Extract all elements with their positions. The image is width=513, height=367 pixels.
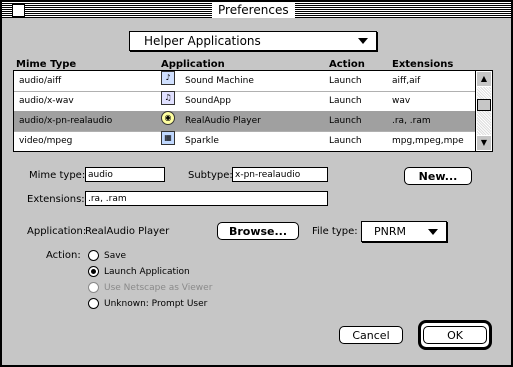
row-action: Launch bbox=[329, 136, 362, 146]
scroll-down-arrow-icon[interactable]: ▼ bbox=[477, 136, 491, 150]
sound-machine-icon: ♪ bbox=[161, 71, 175, 85]
row-app: RealAudio Player bbox=[185, 116, 261, 126]
sparkle-icon: ▦ bbox=[161, 131, 175, 145]
table-row-selected[interactable]: audio/x-pn-realaudio ◉ RealAudio Player … bbox=[14, 111, 476, 132]
row-app: SoundApp bbox=[185, 96, 231, 106]
file-type-popup[interactable]: PNRM bbox=[361, 221, 447, 242]
header-extensions: Extensions bbox=[392, 59, 454, 70]
scroll-track[interactable] bbox=[477, 87, 491, 135]
row-app: Sound Machine bbox=[185, 76, 254, 86]
radio-button-icon bbox=[88, 250, 99, 261]
header-action: Action bbox=[329, 59, 365, 70]
ok-default-ring: OK bbox=[418, 320, 492, 350]
browse-button[interactable]: Browse... bbox=[217, 222, 299, 240]
radio-label: Launch Application bbox=[104, 267, 190, 277]
table-row[interactable]: audio/aiff ♪ Sound Machine Launch aiff,a… bbox=[14, 71, 476, 92]
extensions-field[interactable]: .ra, .ram bbox=[85, 191, 328, 206]
popup-selected-label: Helper Applications bbox=[144, 34, 261, 48]
preferences-window: Preferences Helper Applications Mime Typ… bbox=[0, 0, 513, 367]
title-bar[interactable]: Preferences bbox=[2, 2, 511, 18]
helper-app-list[interactable]: audio/aiff ♪ Sound Machine Launch aiff,a… bbox=[13, 70, 493, 152]
cancel-button[interactable]: Cancel bbox=[339, 326, 403, 344]
table-row[interactable]: video/mpeg ▦ Sparkle Launch mpg,mpeg,mpe bbox=[14, 131, 476, 151]
radio-button-selected-icon bbox=[88, 266, 99, 277]
file-type-value: PNRM bbox=[374, 225, 406, 238]
application-value: RealAudio Player bbox=[85, 226, 170, 237]
row-action: Launch bbox=[329, 116, 362, 126]
scroll-up-arrow-icon[interactable]: ▲ bbox=[477, 72, 491, 86]
extensions-label: Extensions: bbox=[27, 194, 85, 205]
row-mime: video/mpeg bbox=[19, 136, 73, 146]
row-action: Launch bbox=[329, 76, 362, 86]
table-row[interactable]: audio/x-wav ♫ SoundApp Launch wav bbox=[14, 91, 476, 112]
row-action: Launch bbox=[329, 96, 362, 106]
close-box[interactable] bbox=[12, 4, 25, 17]
row-ext: mpg,mpeg,mpe bbox=[392, 136, 464, 146]
radio-button-icon bbox=[88, 298, 99, 309]
header-mime-type: Mime Type bbox=[16, 59, 77, 70]
popup-arrow-icon bbox=[358, 38, 368, 44]
application-label: Application: bbox=[27, 226, 87, 237]
mime-type-label: Mime type: bbox=[29, 170, 86, 181]
window-title: Preferences bbox=[212, 2, 295, 18]
row-app: Sparkle bbox=[185, 136, 219, 146]
realaudio-icon: ◉ bbox=[161, 111, 175, 125]
scroll-thumb[interactable] bbox=[477, 99, 491, 111]
radio-label: Unknown: Prompt User bbox=[104, 299, 208, 309]
radio-label: Use Netscape as Viewer bbox=[104, 283, 213, 293]
list-scrollbar[interactable]: ▲ ▼ bbox=[475, 71, 492, 151]
radio-label: Save bbox=[104, 251, 127, 261]
subtype-label: Subtype: bbox=[188, 170, 233, 181]
preferences-category-popup[interactable]: Helper Applications bbox=[129, 31, 377, 51]
radio-button-icon bbox=[88, 282, 99, 293]
file-type-label: File type: bbox=[312, 226, 358, 237]
row-ext: wav bbox=[392, 96, 411, 106]
row-mime: audio/aiff bbox=[19, 76, 62, 86]
row-ext: aiff,aif bbox=[392, 76, 421, 86]
header-application: Application bbox=[161, 59, 225, 70]
new-button[interactable]: New... bbox=[404, 167, 472, 185]
chevron-down-icon bbox=[428, 229, 438, 235]
mime-type-field[interactable]: audio bbox=[85, 167, 165, 182]
ok-button[interactable]: OK bbox=[423, 326, 487, 344]
preferences-content: Helper Applications Mime Type Applicatio… bbox=[2, 18, 511, 365]
row-ext: .ra, .ram bbox=[392, 116, 431, 126]
row-mime: audio/x-wav bbox=[19, 96, 74, 106]
subtype-field[interactable]: x-pn-realaudio bbox=[232, 167, 328, 182]
row-mime: audio/x-pn-realaudio bbox=[19, 116, 113, 126]
action-label: Action: bbox=[46, 250, 81, 261]
soundapp-icon: ♫ bbox=[161, 91, 175, 105]
